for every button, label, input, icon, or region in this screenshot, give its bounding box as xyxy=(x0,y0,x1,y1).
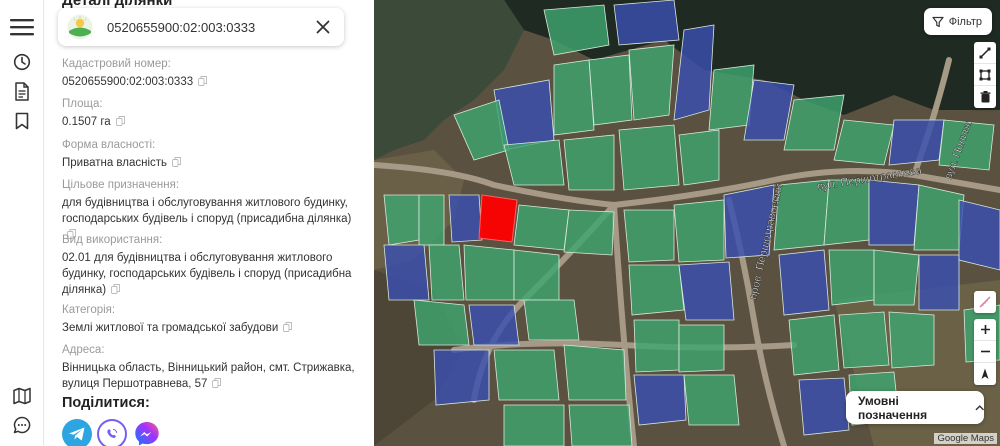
copy-icon[interactable] xyxy=(172,157,181,167)
cadastral-map[interactable]: вул. Першотравнева пров. Першотравневий … xyxy=(374,0,1000,446)
copy-icon[interactable] xyxy=(212,378,222,388)
zoom-controls xyxy=(974,319,996,385)
close-icon[interactable] xyxy=(314,18,332,36)
compass-icon[interactable] xyxy=(974,363,996,385)
draw-line-icon[interactable] xyxy=(974,42,996,64)
bookmark-icon[interactable] xyxy=(9,108,35,134)
telegram-icon[interactable] xyxy=(62,419,92,446)
field-category: Категорія: Землі житлової та громадської… xyxy=(62,303,362,336)
legend-button[interactable]: Умовні позначення xyxy=(846,391,984,424)
chevron-up-icon xyxy=(974,405,984,411)
trash-icon[interactable] xyxy=(974,86,996,108)
messenger-icon[interactable] xyxy=(132,419,162,446)
field-label: Адреса: xyxy=(62,344,105,356)
filter-icon xyxy=(932,16,944,27)
parcel-details-panel: Деталі ділянки 0520655900:02:003:0333 Ка… xyxy=(44,0,374,446)
filter-label: Фільтр xyxy=(948,15,982,28)
field-label: Площа: xyxy=(62,98,103,110)
copy-icon[interactable] xyxy=(198,76,208,86)
copy-icon[interactable] xyxy=(283,322,293,332)
field-usage-type: Вид використання: 02.01 для будівництва … xyxy=(62,233,362,298)
field-cadastral-number: Кадастровий номер: 0520655900:02:003:033… xyxy=(62,57,362,90)
share-title: Поділитися: xyxy=(62,395,150,411)
document-icon[interactable] xyxy=(9,78,35,104)
menu-icon[interactable] xyxy=(9,14,35,40)
map-canvas[interactable]: вул. Першотравнева пров. Першотравневий … xyxy=(374,0,1000,446)
copy-icon[interactable] xyxy=(115,116,125,126)
zoom-in-icon[interactable] xyxy=(974,319,996,341)
map-icon[interactable] xyxy=(9,383,35,409)
copy-icon[interactable] xyxy=(111,284,121,294)
left-nav xyxy=(0,0,44,446)
field-value: 0520655900:02:003:0333 xyxy=(62,74,362,90)
field-value: Землі житлової та громадської забудови xyxy=(62,320,362,336)
field-value: Вінницька область, Вінницький район, смт… xyxy=(62,362,355,390)
field-address: Адреса: Вінницька область, Вінницький ра… xyxy=(62,343,362,392)
filter-button[interactable]: Фільтр xyxy=(923,8,992,35)
field-label: Форма власності: xyxy=(62,139,156,151)
chat-icon[interactable] xyxy=(9,412,35,438)
field-label: Вид використання: xyxy=(62,234,163,246)
field-value: 0.1507 га xyxy=(62,114,362,130)
logo-icon xyxy=(67,14,93,40)
field-ownership: Форма власності: Приватна власність xyxy=(62,138,362,171)
field-value: Приватна власність xyxy=(62,155,362,171)
history-icon[interactable] xyxy=(9,49,35,75)
draw-tools xyxy=(974,42,996,108)
draw-polygon-icon[interactable] xyxy=(974,64,996,86)
map-attribution: Google Maps xyxy=(934,433,997,444)
cadastral-search-box[interactable]: 0520655900:02:003:0333 xyxy=(58,8,344,46)
field-label: Категорія: xyxy=(62,304,116,316)
field-area: Площа: 0.1507 га xyxy=(62,97,362,130)
search-value[interactable]: 0520655900:02:003:0333 xyxy=(107,20,314,35)
viber-icon[interactable] xyxy=(97,419,127,446)
field-label: Цільове призначення: xyxy=(62,179,180,191)
zoom-out-icon[interactable] xyxy=(974,341,996,363)
measure-tool xyxy=(974,291,996,313)
legend-label: Умовні позначення xyxy=(858,393,928,422)
field-value: 02.01 для будівництва і обслуговування ж… xyxy=(62,252,352,296)
field-label: Кадастровий номер: xyxy=(62,58,171,70)
ruler-icon[interactable] xyxy=(974,291,996,313)
